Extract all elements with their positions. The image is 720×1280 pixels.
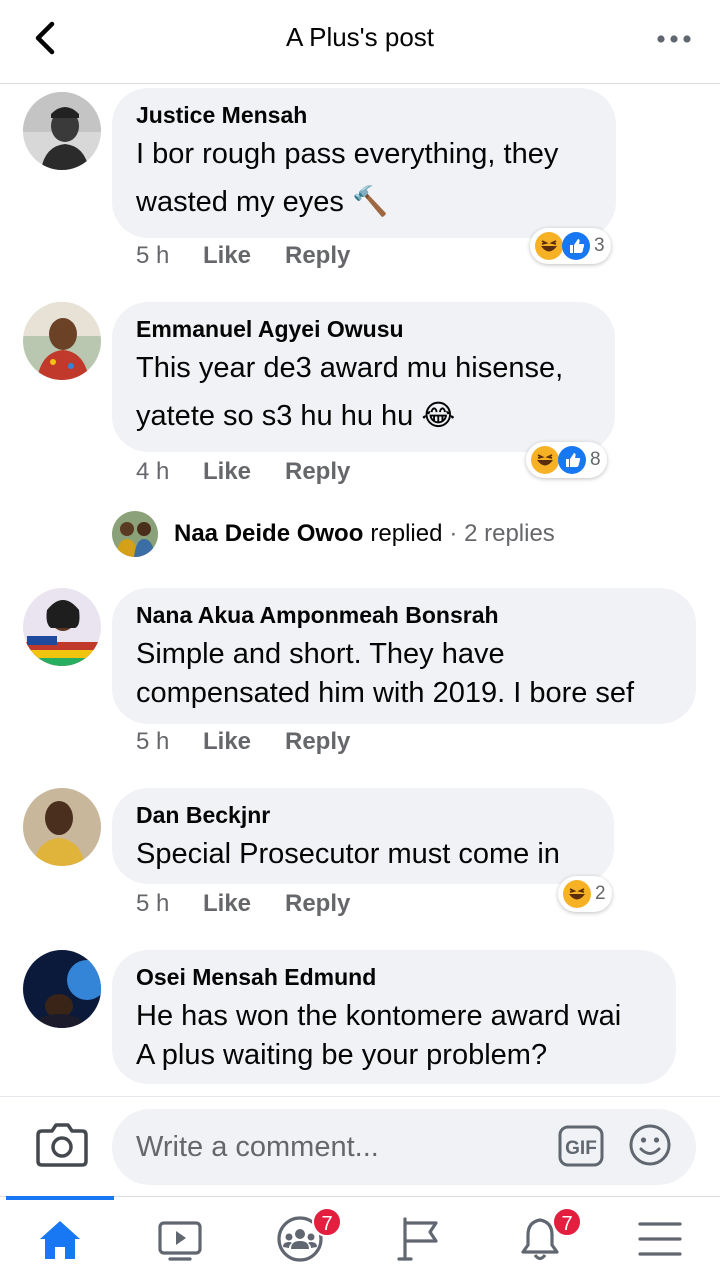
comment-bubble[interactable]: Emmanuel Agyei Owusu This year de3 award… [112, 302, 615, 452]
comment-text-line: yatete so s3 hu hu hu 😂 [136, 400, 456, 432]
tab-home[interactable] [0, 1196, 120, 1280]
comment-bubble[interactable]: Osei Mensah Edmund He has won the kontom… [112, 950, 676, 1084]
view-replies-link[interactable]: Naa Deide Owoo replied · 2 replies [112, 511, 555, 557]
comment-bubble[interactable]: Justice Mensah I bor rough pass everythi… [112, 88, 616, 238]
tab-groups[interactable]: 7 [240, 1197, 360, 1280]
comment-time: 4 h [136, 458, 170, 485]
comment-actions: 5 h Like Reply [136, 728, 350, 756]
like-reaction-icon [562, 232, 590, 260]
reply-author: Naa Deide Owoo [174, 520, 364, 547]
comment-text-line: wasted my eyes 🔨 [136, 186, 389, 218]
more-options-button[interactable] [654, 24, 694, 54]
reaction-count: 8 [590, 449, 601, 470]
comments-list: Justice Mensah I bor rough pass everythi… [0, 84, 720, 1096]
comment-input[interactable] [112, 1109, 696, 1185]
reaction-count: 2 [595, 883, 606, 904]
video-play-icon [158, 1221, 202, 1261]
avatar[interactable] [23, 92, 101, 170]
haha-reaction-icon [563, 880, 591, 908]
comment-author[interactable]: Osei Mensah Edmund [136, 964, 652, 991]
avatar[interactable] [23, 302, 101, 380]
camera-icon [36, 1123, 88, 1167]
comment-time: 5 h [136, 728, 170, 755]
reply-button[interactable]: Reply [285, 728, 350, 756]
comment-time: 5 h [136, 890, 170, 917]
like-button[interactable]: Like [203, 728, 285, 756]
haha-reaction-icon [535, 232, 563, 260]
reply-count: · 2 replies [449, 520, 555, 547]
like-button[interactable]: Like [203, 242, 285, 270]
svg-text:GIF: GIF [565, 1138, 597, 1159]
hamburger-menu-icon [638, 1222, 682, 1256]
comment-author[interactable]: Emmanuel Agyei Owusu [136, 316, 591, 343]
flag-icon [397, 1217, 438, 1261]
top-bar: A Plus's post [0, 0, 720, 84]
comment-text-line: A plus waiting be your problem? [136, 1039, 548, 1071]
home-icon [40, 1221, 80, 1259]
active-tab-indicator [6, 1196, 114, 1200]
reply-button[interactable]: Reply [285, 890, 350, 918]
comment-actions: 4 h Like Reply [136, 458, 350, 486]
comment-text-line: He has won the kontomere award wai [136, 1000, 622, 1032]
comment-text-line: I bor rough pass everything, they [136, 138, 559, 170]
reaction-summary[interactable]: 3 [530, 228, 611, 264]
reaction-summary[interactable]: 8 [526, 442, 607, 478]
camera-button[interactable] [36, 1121, 88, 1167]
avatar [112, 511, 158, 557]
gif-icon: GIF [558, 1125, 604, 1167]
comment-composer: GIF [0, 1096, 720, 1196]
emoji-button[interactable] [628, 1123, 672, 1167]
reply-button[interactable]: Reply [285, 242, 350, 270]
more-dots-icon [657, 35, 691, 43]
reaction-summary[interactable]: 2 [558, 876, 612, 912]
avatar[interactable] [23, 788, 101, 866]
comment-text-line: Simple and short. They have [136, 638, 505, 670]
avatar[interactable] [23, 950, 101, 1028]
comment-bubble[interactable]: Nana Akua Amponmeah Bonsrah Simple and s… [112, 588, 696, 724]
gif-button[interactable]: GIF [558, 1125, 604, 1167]
reply-button[interactable]: Reply [285, 458, 350, 486]
bottom-tab-bar: 7 7 [0, 1196, 720, 1280]
comment-bubble[interactable]: Dan Beckjnr Special Prosecutor must come… [112, 788, 614, 884]
tab-menu[interactable] [600, 1197, 720, 1280]
avatar[interactable] [23, 588, 101, 666]
comment-time: 5 h [136, 242, 170, 269]
reply-verb: replied [370, 520, 443, 547]
notification-badge: 7 [552, 1207, 582, 1237]
comment-author[interactable]: Dan Beckjnr [136, 802, 590, 829]
tab-pages[interactable] [360, 1197, 480, 1280]
comment-text-line: This year de3 award mu hisense, [136, 352, 564, 384]
comment-text-line: compensated him with 2019. I bore sef [136, 677, 635, 709]
tab-notifications[interactable]: 7 [480, 1197, 600, 1280]
haha-reaction-icon [531, 446, 559, 474]
app-screen: A Plus's post Justice Mensah I bor rough… [0, 0, 720, 1280]
comment-author[interactable]: Nana Akua Amponmeah Bonsrah [136, 602, 672, 629]
notification-badge: 7 [312, 1207, 342, 1237]
comment-author[interactable]: Justice Mensah [136, 102, 592, 129]
smiley-icon [629, 1124, 671, 1166]
comment-actions: 5 h Like Reply [136, 890, 350, 918]
page-title: A Plus's post [285, 22, 435, 52]
tab-watch[interactable] [120, 1197, 240, 1280]
comment-text-line: Special Prosecutor must come in [136, 838, 560, 870]
like-button[interactable]: Like [203, 458, 285, 486]
like-button[interactable]: Like [203, 890, 285, 918]
reaction-count: 3 [594, 235, 605, 256]
like-reaction-icon [558, 446, 586, 474]
comment-actions: 5 h Like Reply [136, 242, 350, 270]
